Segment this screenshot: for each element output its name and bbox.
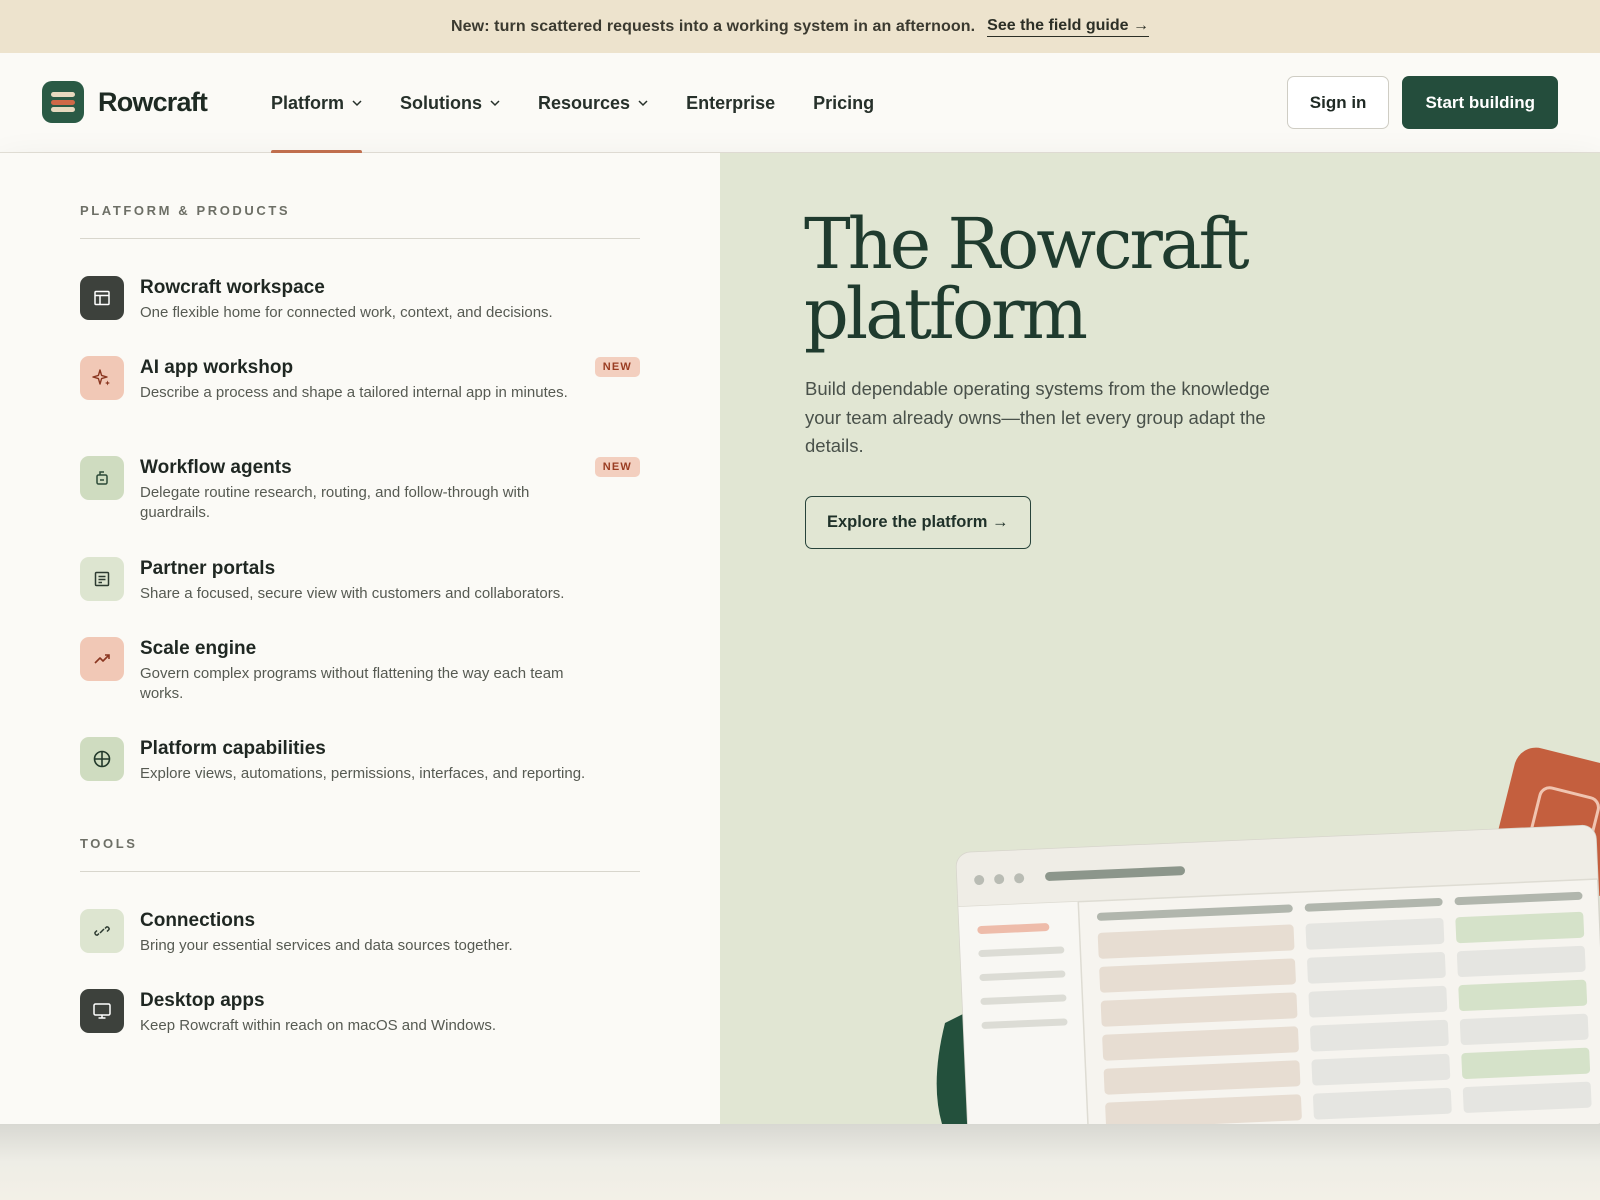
nav-item-pricing[interactable]: Pricing [813, 53, 874, 153]
nav-item-platform[interactable]: Platform [271, 53, 363, 154]
item-description: Describe a process and shape a tailored … [140, 384, 568, 401]
trend-up-icon [80, 637, 124, 681]
item-title: Connections [140, 910, 256, 931]
platform-hero: The Rowcraft platform Build dependable o… [720, 153, 1600, 1124]
item-title: Platform capabilities [140, 738, 326, 759]
start-building-button[interactable]: Start building [1402, 76, 1558, 129]
platform-items: Rowcraft workspace One flexible home for… [80, 239, 640, 827]
top-nav: Rowcraft Platform Solutions Resources En… [0, 53, 1600, 154]
new-badge: NEW [594, 357, 640, 377]
chevron-down-icon [490, 100, 500, 107]
nav-item-resources[interactable]: Resources [538, 53, 648, 153]
section-label-tools: TOOLS [80, 836, 640, 872]
menu-item-connections[interactable]: Connections Bring your essential service… [80, 909, 640, 989]
field-guide-link[interactable]: See the field guide → [987, 17, 1149, 37]
item-title: Partner portals [140, 558, 276, 579]
brand-name: Rowcraft [98, 86, 208, 117]
portal-icon [80, 557, 124, 601]
nav-item-label: Pricing [813, 92, 875, 113]
nav-item-label: Platform [271, 92, 345, 113]
main-menu: Platform Solutions Resources Enterprise … [271, 53, 912, 154]
tools-items: Connections Bring your essential service… [80, 872, 640, 1049]
sign-in-button[interactable]: Sign in [1286, 76, 1390, 129]
nav-item-label: Enterprise [686, 92, 776, 113]
item-description: Govern complex programs without flatteni… [140, 665, 564, 702]
layout-icon [80, 276, 124, 320]
chevron-down-icon [352, 100, 362, 107]
browser-window-mockup [955, 824, 1600, 1124]
nav-item-label: Resources [538, 92, 631, 113]
dropdown-menu-list: PLATFORM & PRODUCTS Rowcraft workspace O… [0, 153, 720, 1124]
page-background-below [0, 1124, 1600, 1200]
globe-grid-icon [80, 737, 124, 781]
nav-item-label: Solutions [400, 92, 483, 113]
menu-item-scale-engine[interactable]: Scale engine Govern complex programs wit… [80, 637, 640, 737]
item-title: Scale engine [140, 638, 257, 659]
section-label-platform: PLATFORM & PRODUCTS [80, 203, 640, 239]
chevron-down-icon [638, 100, 648, 107]
monitor-icon [80, 989, 124, 1033]
menu-item-rowcraft-workspace[interactable]: Rowcraft workspace One flexible home for… [80, 276, 640, 356]
menu-item-ai-app-workshop[interactable]: AI app workshop Describe a process and s… [80, 356, 640, 456]
item-title: AI app workshop [140, 357, 294, 378]
brand-logo[interactable]: Rowcraft [42, 81, 208, 123]
new-badge: NEW [594, 457, 640, 477]
menu-item-partner-portals[interactable]: Partner portals Share a focused, secure … [80, 557, 640, 637]
product-illustration [936, 747, 1600, 1124]
item-description: Delegate routine research, routing, and … [140, 484, 530, 521]
item-description: One flexible home for connected work, co… [140, 304, 553, 321]
announcement-message: New: turn scattered requests into a work… [451, 17, 976, 35]
item-title: Workflow agents [140, 457, 292, 478]
rowcraft-logo-icon [42, 81, 84, 123]
link-icon [80, 909, 124, 953]
sparkle-icon [80, 356, 124, 400]
item-title: Desktop apps [140, 990, 265, 1011]
item-description: Explore views, automations, permissions,… [140, 765, 586, 782]
nav-actions: Sign in Start building [1286, 76, 1558, 129]
nav-item-solutions[interactable]: Solutions [400, 53, 500, 153]
item-title: Rowcraft workspace [140, 277, 325, 298]
item-description: Share a focused, secure view with custom… [140, 585, 565, 602]
menu-item-workflow-agents[interactable]: Workflow agents Delegate routine researc… [80, 456, 640, 557]
announcement-bar: New: turn scattered requests into a work… [0, 0, 1600, 53]
menu-item-platform-capabilities[interactable]: Platform capabilities Explore views, aut… [80, 737, 640, 827]
menu-item-desktop-apps[interactable]: Desktop apps Keep Rowcraft within reach … [80, 989, 640, 1049]
item-description: Bring your essential services and data s… [140, 937, 513, 954]
platform-dropdown: PLATFORM & PRODUCTS Rowcraft workspace O… [0, 153, 1600, 1124]
item-description: Keep Rowcraft within reach on macOS and … [140, 1017, 496, 1034]
agent-icon [80, 456, 124, 500]
nav-item-enterprise[interactable]: Enterprise [686, 53, 775, 153]
